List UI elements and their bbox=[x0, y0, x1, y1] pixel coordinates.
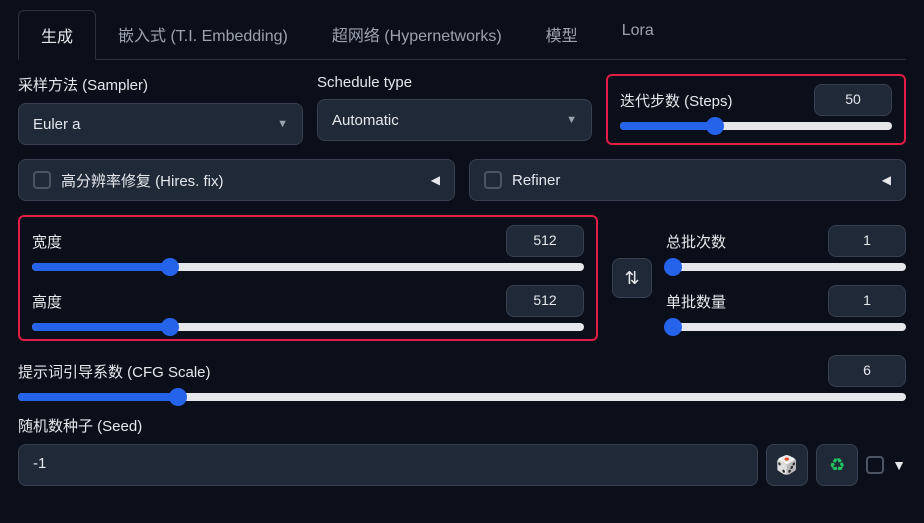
hires-fix-toggle[interactable]: 高分辨率修复 (Hires. fix) ◀ bbox=[18, 159, 455, 201]
height-value[interactable]: 512 bbox=[506, 285, 584, 317]
sampler-label: 采样方法 (Sampler) bbox=[18, 74, 303, 95]
tab-generate[interactable]: 生成 bbox=[18, 10, 96, 60]
slider-thumb[interactable] bbox=[161, 318, 179, 336]
cfg-label: 提示词引导系数 (CFG Scale) bbox=[18, 361, 211, 382]
batch-count-slider[interactable] bbox=[666, 263, 906, 271]
triangle-left-icon: ◀ bbox=[882, 173, 891, 187]
seed-label: 随机数种子 (Seed) bbox=[18, 415, 906, 436]
seed-input[interactable]: -1 bbox=[18, 444, 758, 486]
recycle-icon: ♻ bbox=[829, 455, 845, 476]
slider-thumb[interactable] bbox=[169, 388, 187, 406]
width-label: 宽度 bbox=[32, 231, 62, 252]
triangle-left-icon: ◀ bbox=[431, 173, 440, 187]
tab-lora[interactable]: Lora bbox=[600, 10, 676, 59]
slider-thumb[interactable] bbox=[664, 318, 682, 336]
tab-embedding[interactable]: 嵌入式 (T.I. Embedding) bbox=[96, 10, 310, 59]
slider-thumb[interactable] bbox=[664, 258, 682, 276]
batch-size-slider[interactable] bbox=[666, 323, 906, 331]
cfg-value[interactable]: 6 bbox=[828, 355, 906, 387]
tab-hypernetworks[interactable]: 超网络 (Hypernetworks) bbox=[310, 10, 524, 59]
batch-count-value[interactable]: 1 bbox=[828, 225, 906, 257]
sampler-value: Euler a bbox=[33, 116, 81, 133]
slider-thumb[interactable] bbox=[706, 117, 724, 135]
tabs-bar: 生成 嵌入式 (T.I. Embedding) 超网络 (Hypernetwor… bbox=[18, 10, 906, 60]
dimensions-highlight: 宽度 512 高度 512 bbox=[18, 215, 598, 341]
batch-size-value[interactable]: 1 bbox=[828, 285, 906, 317]
slider-fill bbox=[18, 393, 178, 401]
swap-icon: ⇅ bbox=[624, 268, 639, 289]
schedule-label: Schedule type bbox=[317, 74, 592, 91]
tab-model[interactable]: 模型 bbox=[524, 10, 600, 59]
slider-fill bbox=[32, 323, 170, 331]
slider-fill bbox=[32, 263, 170, 271]
cfg-slider[interactable] bbox=[18, 393, 906, 401]
height-slider[interactable] bbox=[32, 323, 584, 331]
slider-fill bbox=[620, 122, 715, 130]
refiner-checkbox[interactable] bbox=[484, 171, 502, 189]
batch-size-label: 单批数量 bbox=[666, 291, 726, 312]
hires-label: 高分辨率修复 (Hires. fix) bbox=[61, 170, 224, 191]
sampler-select[interactable]: Euler a ▼ bbox=[18, 103, 303, 145]
steps-slider[interactable] bbox=[620, 122, 892, 130]
schedule-select[interactable]: Automatic ▼ bbox=[317, 99, 592, 141]
slider-thumb[interactable] bbox=[161, 258, 179, 276]
steps-group: 迭代步数 (Steps) 50 bbox=[620, 84, 892, 130]
width-value[interactable]: 512 bbox=[506, 225, 584, 257]
dice-icon: 🎲 bbox=[776, 455, 798, 476]
batch-size-group: 单批数量 1 bbox=[666, 285, 906, 331]
width-group: 宽度 512 bbox=[32, 225, 584, 271]
refiner-toggle[interactable]: Refiner ◀ bbox=[469, 159, 906, 201]
batch-count-group: 总批次数 1 bbox=[666, 225, 906, 271]
steps-highlight: 迭代步数 (Steps) 50 bbox=[606, 74, 906, 145]
cfg-group: 提示词引导系数 (CFG Scale) 6 bbox=[18, 355, 906, 401]
swap-dimensions-button[interactable]: ⇅ bbox=[612, 258, 652, 298]
height-group: 高度 512 bbox=[32, 285, 584, 331]
height-label: 高度 bbox=[32, 291, 62, 312]
steps-label: 迭代步数 (Steps) bbox=[620, 90, 733, 111]
schedule-value: Automatic bbox=[332, 112, 399, 129]
steps-value[interactable]: 50 bbox=[814, 84, 892, 116]
seed-extra-toggle[interactable]: ▼ bbox=[892, 457, 906, 473]
width-slider[interactable] bbox=[32, 263, 584, 271]
hires-checkbox[interactable] bbox=[33, 171, 51, 189]
caret-down-icon: ▼ bbox=[277, 118, 288, 130]
batch-count-label: 总批次数 bbox=[666, 231, 726, 252]
refiner-label: Refiner bbox=[512, 172, 560, 189]
reuse-seed-button[interactable]: ♻ bbox=[816, 444, 858, 486]
caret-down-icon: ▼ bbox=[566, 114, 577, 126]
random-seed-button[interactable]: 🎲 bbox=[766, 444, 808, 486]
seed-extra-checkbox[interactable] bbox=[866, 456, 884, 474]
